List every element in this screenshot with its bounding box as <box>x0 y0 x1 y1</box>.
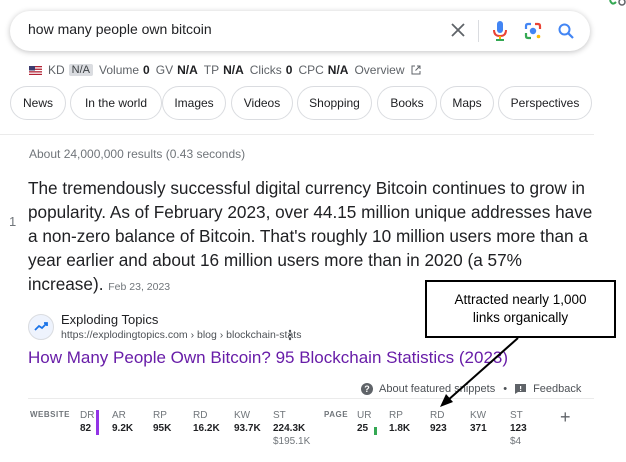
page-rd-value: 923 <box>430 423 447 434</box>
keyword-metrics-bar: KD N/A Volume 0 GV N/A TP N/A Clicks 0 C… <box>29 63 421 77</box>
page-rp-label: RP <box>389 410 403 421</box>
ur-value: 25 <box>357 423 369 434</box>
snippet-index: 1 <box>9 214 17 229</box>
website-st-label: ST <box>273 410 286 421</box>
header-divider <box>0 134 594 135</box>
feedback-link[interactable]: Feedback <box>533 383 581 395</box>
search-icon[interactable] <box>556 21 576 41</box>
chip-perspectives[interactable]: Perspectives <box>498 86 592 120</box>
overview-link[interactable]: Overview <box>354 63 404 77</box>
dr-label: DR <box>80 410 95 421</box>
chip-news[interactable]: News <box>10 86 66 120</box>
chip-in-the-world[interactable]: In the world <box>70 86 162 120</box>
chip-maps[interactable]: Maps <box>440 86 494 120</box>
page-st-value: 123 <box>510 423 527 434</box>
annotation-callout: Attracted nearly 1,000 links organically <box>425 280 616 338</box>
site-favicon[interactable] <box>28 314 54 340</box>
gv-label: GV <box>155 63 174 77</box>
website-kw-label: KW <box>234 410 251 421</box>
gv-value: N/A <box>177 63 198 77</box>
tp-label: TP <box>203 63 220 77</box>
search-box-divider <box>478 20 479 42</box>
website-st-value: 224.3K <box>273 423 306 434</box>
google-lens-icon[interactable] <box>522 20 544 42</box>
clicks-value: 0 <box>285 63 293 77</box>
add-icon[interactable]: + <box>560 407 571 428</box>
website-section-label: WEBSITE <box>30 410 70 419</box>
ar-label: AR <box>112 410 126 421</box>
chip-images[interactable]: Images <box>162 86 226 120</box>
microphone-icon[interactable] <box>490 20 510 42</box>
ar-value: 9.2K <box>112 423 134 434</box>
website-rp-value: 95K <box>153 423 172 434</box>
snippet-divider <box>28 398 594 399</box>
dr-value: 82 <box>80 423 92 434</box>
volume-label: Volume <box>99 63 140 77</box>
cpc-value: N/A <box>327 63 349 77</box>
page-kw-value: 371 <box>470 423 487 434</box>
tp-value: N/A <box>223 63 244 77</box>
result-title-link[interactable]: How Many People Own Bitcoin? 95 Blockcha… <box>28 348 508 368</box>
kd-value-badge: N/A <box>68 64 94 76</box>
more-options-icon[interactable] <box>286 328 294 342</box>
page-rd-label: RD <box>430 410 445 421</box>
ur-label: UR <box>357 410 372 421</box>
ur-indicator-bar <box>374 427 377 435</box>
snippet-footer: ? About featured snippets • Feedback <box>361 383 581 395</box>
website-rd-label: RD <box>193 410 208 421</box>
snippet-date: Feb 23, 2023 <box>108 281 171 293</box>
corner-fragment-icon <box>609 0 626 6</box>
website-st-traffic-value: $195.1K <box>273 436 311 447</box>
featured-snippet-text: The tremendously successful digital curr… <box>28 178 593 294</box>
website-kw-value: 93.7K <box>234 423 261 434</box>
results-stats: About 24,000,000 results (0.43 seconds) <box>29 147 246 161</box>
page-section-label: PAGE <box>324 410 349 419</box>
site-url[interactable]: https://explodingtopics.com › blog › blo… <box>61 329 301 341</box>
page-st-label: ST <box>510 410 523 421</box>
chip-shopping[interactable]: Shopping <box>297 86 372 120</box>
dr-indicator-bar <box>96 410 99 435</box>
chip-videos[interactable]: Videos <box>231 86 293 120</box>
website-rp-label: RP <box>153 410 167 421</box>
callout-line-1: Attracted nearly 1,000 <box>454 292 587 307</box>
close-icon[interactable] <box>448 20 468 40</box>
external-link-icon[interactable] <box>411 65 421 75</box>
kd-label: KD <box>48 63 65 77</box>
clicks-label: Clicks <box>249 63 282 77</box>
dot-separator: • <box>503 383 508 395</box>
search-input[interactable]: how many people own bitcoin <box>28 21 212 37</box>
website-rd-value: 16.2K <box>193 423 220 434</box>
cpc-label: CPC <box>298 63 324 77</box>
feedback-icon[interactable] <box>515 384 527 394</box>
about-featured-snippets-link[interactable]: About featured snippets <box>379 383 495 395</box>
chip-books[interactable]: Books <box>377 86 437 120</box>
site-name[interactable]: Exploding Topics <box>61 312 158 327</box>
us-flag-icon <box>29 65 42 75</box>
page-kw-label: KW <box>470 410 487 421</box>
page-rp-value: 1.8K <box>389 423 411 434</box>
volume-value: 0 <box>143 63 150 77</box>
help-icon[interactable]: ? <box>361 383 373 395</box>
page-st-traffic-value: $4 <box>510 436 522 447</box>
callout-line-2: links organically <box>472 310 569 325</box>
